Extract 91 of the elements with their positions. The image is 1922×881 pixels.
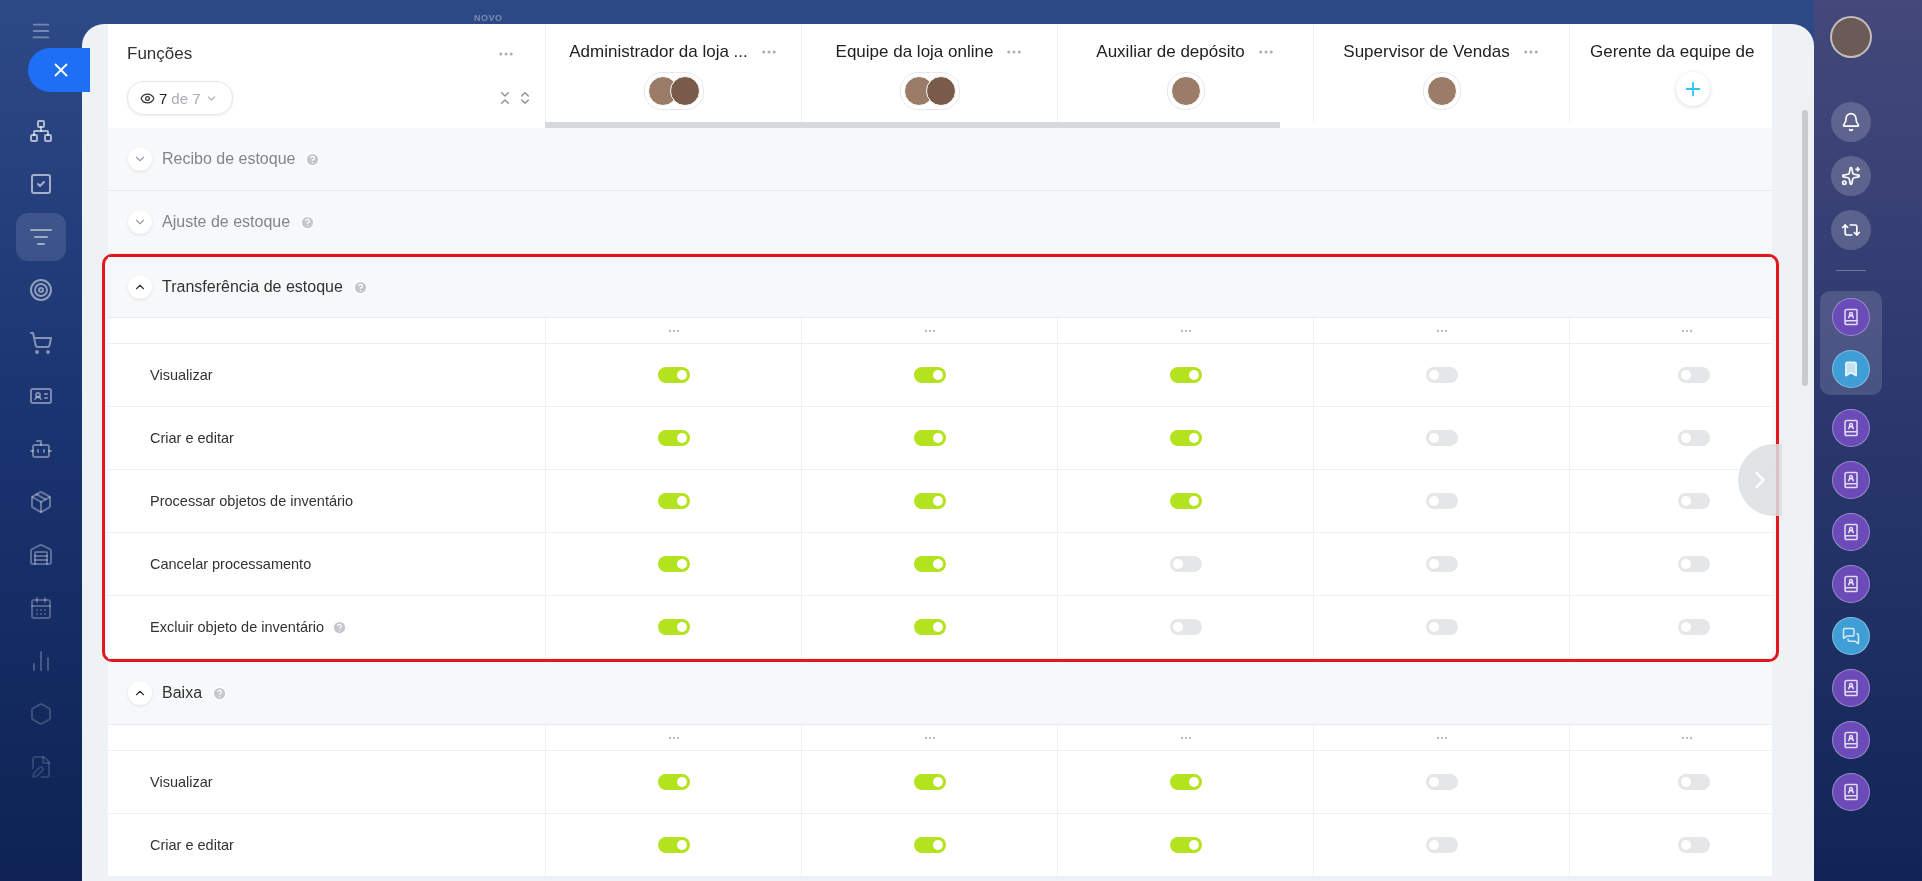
chevron-button[interactable] (128, 275, 152, 299)
contact-book-icon[interactable] (1832, 669, 1870, 707)
permission-toggle[interactable] (1425, 619, 1458, 635)
contact-book-icon[interactable] (1832, 409, 1870, 447)
permission-toggle[interactable] (1425, 774, 1458, 790)
permission-toggle[interactable] (657, 493, 690, 509)
avatar (925, 76, 956, 106)
help-icon[interactable] (332, 619, 348, 635)
contact-book-icon[interactable] (1832, 461, 1870, 499)
permission-label: Processar objetos de inventário (150, 493, 354, 509)
role-title: Gerente da equipe de (1590, 42, 1755, 62)
permission-toggle[interactable] (1425, 837, 1458, 853)
role-title: Supervisor de Vendas (1343, 42, 1510, 62)
permission-label: Cancelar processamento (150, 556, 312, 572)
contact-book-icon[interactable] (1832, 721, 1870, 759)
permission-toggle[interactable] (1678, 367, 1710, 383)
permission-toggle[interactable] (657, 556, 690, 572)
permission-toggle[interactable] (1678, 493, 1710, 509)
permission-toggle[interactable] (657, 430, 690, 446)
permission-toggle[interactable] (913, 556, 946, 572)
add-member-button[interactable] (1676, 72, 1710, 106)
permission-label: Visualizar (150, 367, 213, 383)
avatar (1170, 76, 1201, 106)
chevron-button[interactable] (128, 147, 152, 171)
permission-toggle[interactable] (913, 367, 946, 383)
chat-icon[interactable] (1832, 617, 1870, 655)
permission-toggle[interactable] (657, 837, 690, 853)
help-icon[interactable] (212, 685, 228, 701)
section-title: Recibo de estoque (162, 150, 296, 168)
permission-toggle[interactable] (913, 837, 946, 853)
permission-toggle[interactable] (913, 493, 946, 509)
arrows-icon[interactable] (1831, 210, 1871, 250)
permission-toggle[interactable] (657, 619, 690, 635)
user-avatar[interactable] (1830, 16, 1872, 58)
contact-book-icon[interactable] (1832, 298, 1870, 336)
help-icon[interactable] (300, 214, 316, 230)
permission-label: Criar e editar (150, 837, 234, 853)
role-title: Auxiliar de depósito (1096, 42, 1245, 62)
permission-toggle[interactable] (1169, 430, 1202, 446)
permission-label: Visualizar (150, 774, 213, 790)
permission-toggle[interactable] (1678, 774, 1710, 790)
new-label: NOVO (474, 13, 503, 23)
permission-toggle[interactable] (1425, 430, 1458, 446)
permission-toggle[interactable] (657, 774, 690, 790)
permission-toggle[interactable] (913, 619, 946, 635)
permission-toggle[interactable] (1425, 556, 1458, 572)
permission-label: Criar e editar (150, 430, 234, 446)
members-pill[interactable] (643, 72, 704, 110)
members-pill[interactable] (899, 72, 960, 110)
permission-toggle[interactable] (1425, 367, 1458, 383)
members-pill[interactable] (1422, 72, 1461, 110)
permission-toggle[interactable] (1169, 367, 1202, 383)
permission-toggle[interactable] (657, 367, 690, 383)
eye-icon (140, 90, 155, 106)
contact-book-icon[interactable] (1832, 565, 1870, 603)
permission-toggle[interactable] (1169, 493, 1202, 509)
vertical-scrollbar[interactable] (1802, 110, 1808, 386)
role-title: Administrador da loja ... (569, 42, 748, 62)
chevron-button[interactable] (128, 681, 152, 705)
permission-toggle[interactable] (1169, 556, 1202, 572)
bookmark-icon[interactable] (1832, 350, 1870, 388)
contact-book-icon[interactable] (1832, 513, 1870, 551)
role-title: Equipe da loja online (835, 42, 994, 62)
visibility-filter[interactable]: 7 de 7 (127, 81, 233, 115)
avatar (669, 76, 700, 106)
members-pill[interactable] (1166, 72, 1205, 110)
help-icon[interactable] (305, 151, 321, 167)
section-title: Transferência de estoque (162, 278, 343, 296)
page-title: Funções (127, 44, 194, 64)
avatar (1426, 76, 1457, 106)
permission-toggle[interactable] (1169, 619, 1202, 635)
permission-toggle[interactable] (1425, 493, 1458, 509)
close-button[interactable] (28, 48, 90, 92)
section-title: Baixa (162, 684, 203, 702)
chevron-button[interactable] (128, 210, 152, 234)
permission-toggle[interactable] (1169, 774, 1202, 790)
help-icon[interactable] (352, 279, 368, 295)
bell-icon[interactable] (1831, 102, 1871, 142)
permission-toggle[interactable] (1678, 430, 1710, 446)
permission-toggle[interactable] (1678, 556, 1710, 572)
horizontal-scrollbar[interactable] (545, 122, 1280, 128)
funnel-icon[interactable] (16, 213, 66, 261)
permission-toggle[interactable] (1678, 619, 1710, 635)
permission-toggle[interactable] (1678, 837, 1710, 853)
contact-book-icon[interactable] (1832, 773, 1870, 811)
permission-toggle[interactable] (913, 774, 946, 790)
sparkle-icon[interactable] (1831, 156, 1871, 196)
section-title: Ajuste de estoque (162, 213, 291, 231)
permission-toggle[interactable] (1169, 837, 1202, 853)
permission-label: Excluir objeto de inventário (150, 619, 325, 635)
permission-toggle[interactable] (913, 430, 946, 446)
